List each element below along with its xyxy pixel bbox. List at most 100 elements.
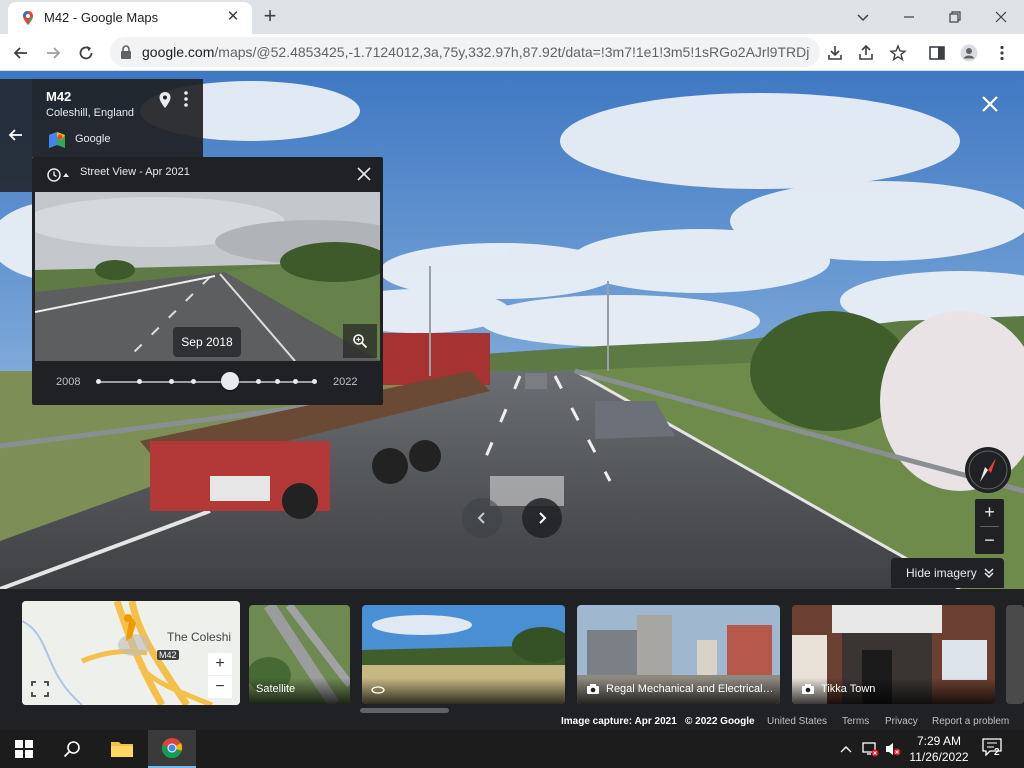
close-time-travel-icon[interactable] <box>356 166 372 182</box>
map-pin-icon[interactable] <box>158 91 172 109</box>
tab-search-chevron-icon[interactable] <box>848 4 878 30</box>
privacy-link[interactable]: Privacy <box>885 716 918 727</box>
slider-tick[interactable] <box>137 379 142 384</box>
expand-map-icon[interactable] <box>29 679 51 699</box>
search-button[interactable] <box>48 730 96 768</box>
photo-thumbnail-partial[interactable] <box>1006 605 1024 704</box>
chevron-right-icon <box>539 512 547 524</box>
attribution-bar: Image capture: Apr 2021 © 2022 Google Un… <box>0 713 1024 730</box>
next-photo-button[interactable] <box>522 498 562 538</box>
hide-imagery-button[interactable]: Hide imagery <box>891 558 1004 588</box>
back-to-map-button[interactable] <box>0 79 32 192</box>
windows-logo-icon <box>15 740 33 758</box>
time-travel-header: Street View - Apr 2021 <box>80 166 190 178</box>
lock-icon <box>121 45 131 59</box>
reload-icon[interactable] <box>73 40 99 66</box>
close-street-view-icon[interactable] <box>978 92 1002 116</box>
camera-icon <box>587 684 599 694</box>
slider-tick[interactable] <box>96 379 101 384</box>
slider-tick[interactable] <box>275 379 280 384</box>
imagery-filmstrip: The Coleshi M42 + − Satellite Regal Mech… <box>0 589 1024 713</box>
back-arrow-icon <box>8 129 22 141</box>
slider-track[interactable] <box>98 381 316 383</box>
camera-icon <box>802 684 814 694</box>
side-panel-icon[interactable] <box>924 40 950 66</box>
slider-thumb[interactable] <box>221 372 239 390</box>
double-chevron-down-icon <box>984 568 994 579</box>
copyright-text: © 2022 Google <box>685 716 755 727</box>
mini-map-zoom-out-button[interactable]: − <box>208 676 232 698</box>
hide-imagery-label: Hide imagery <box>906 566 977 580</box>
slider-tick[interactable] <box>256 379 261 384</box>
folder-icon <box>111 742 133 757</box>
terms-link[interactable]: Terms <box>842 716 869 727</box>
chevron-left-icon <box>477 512 485 524</box>
satellite-label: Satellite <box>256 683 296 695</box>
zoom-controls: + − <box>975 499 1004 554</box>
photo-sphere-thumbnail[interactable] <box>362 605 565 704</box>
share-icon[interactable] <box>853 40 879 66</box>
slider-tick[interactable] <box>312 379 317 384</box>
search-icon <box>63 741 80 758</box>
start-button[interactable] <box>0 730 48 768</box>
bookmark-star-icon[interactable] <box>885 40 911 66</box>
system-clock[interactable]: 7:29 AM 11/26/2022 <box>904 733 974 765</box>
window-close-icon[interactable] <box>986 4 1016 30</box>
photo-thumbnail[interactable]: Regal Mechanical and Electrical ... <box>577 605 780 704</box>
photo-thumbnail[interactable]: Tikka Town <box>792 605 995 704</box>
compass-icon[interactable] <box>964 446 1012 494</box>
tab-title: M42 - Google Maps <box>44 10 159 25</box>
forward-arrow-icon[interactable] <box>40 40 66 66</box>
windows-taskbar: 7:29 AM 11/26/2022 2 <box>0 730 1024 768</box>
file-explorer-button[interactable] <box>98 730 146 768</box>
clock-date: 11/26/2022 <box>909 750 969 764</box>
image-capture-date: Image capture: Apr 2021 <box>561 716 677 727</box>
google-maps-logo-icon <box>49 132 65 148</box>
zoom-in-button[interactable]: + <box>975 499 1004 526</box>
slider-tick[interactable] <box>191 379 196 384</box>
notification-count: 2 <box>994 747 1000 758</box>
tray-chevron-up-icon[interactable] <box>840 744 852 754</box>
mini-map-place-label: The Coleshi <box>167 630 232 644</box>
slider-tick[interactable] <box>293 379 298 384</box>
mini-map[interactable]: The Coleshi M42 + − <box>22 601 240 705</box>
restore-icon[interactable] <box>940 4 970 30</box>
url-host: google.com <box>142 44 215 60</box>
browser-toolbar: google.com/maps/@52.4853425,-1.7124012,3… <box>0 34 1024 71</box>
thumbnail-caption <box>362 678 565 704</box>
more-options-icon[interactable] <box>182 90 190 108</box>
install-app-icon[interactable] <box>822 40 848 66</box>
notification-center-button[interactable]: 2 <box>982 738 1006 760</box>
profile-avatar-icon[interactable] <box>956 40 982 66</box>
address-bar[interactable]: google.com/maps/@52.4853425,-1.7124012,3… <box>110 37 820 67</box>
place-card: M42 Coleshill, England Google <box>32 79 203 157</box>
report-problem-link[interactable]: Report a problem <box>932 716 1009 727</box>
back-arrow-icon[interactable] <box>8 40 34 66</box>
time-travel-panel: Street View - Apr 2021 Sep 2018 2008 202… <box>32 157 383 405</box>
mini-map-road-label: M42 <box>157 650 179 660</box>
time-slider[interactable]: 2008 2022 <box>32 369 383 395</box>
history-clock-icon[interactable] <box>46 167 72 183</box>
satellite-thumbnail[interactable]: Satellite <box>249 605 350 704</box>
volume-muted-icon[interactable] <box>884 741 902 757</box>
provider-label: Google <box>75 133 111 145</box>
mini-map-zoom-in-button[interactable]: + <box>208 653 232 675</box>
browser-tab-bar: M42 - Google Maps ✕ + <box>0 0 1024 34</box>
previous-photo-button[interactable] <box>462 498 502 538</box>
new-tab-icon[interactable]: + <box>258 5 282 29</box>
browser-menu-icon[interactable] <box>989 40 1015 66</box>
slider-year-start: 2008 <box>56 376 81 388</box>
country-link[interactable]: United States <box>767 716 827 727</box>
zoom-out-button[interactable]: − <box>975 527 1004 554</box>
slider-tick[interactable] <box>169 379 174 384</box>
browser-tab[interactable]: M42 - Google Maps ✕ <box>8 2 252 34</box>
regal-mechanical-label: Regal Mechanical and Electrical ... <box>606 683 774 695</box>
selected-date-tooltip: Sep 2018 <box>173 327 241 357</box>
chrome-taskbar-button[interactable] <box>148 730 196 768</box>
place-locality: Coleshill, England <box>46 107 135 119</box>
chrome-logo-icon <box>161 738 183 759</box>
network-icon[interactable] <box>861 741 879 757</box>
expand-preview-button[interactable] <box>343 324 377 358</box>
minimize-icon[interactable] <box>894 4 924 30</box>
tab-close-icon[interactable]: ✕ <box>224 8 242 26</box>
